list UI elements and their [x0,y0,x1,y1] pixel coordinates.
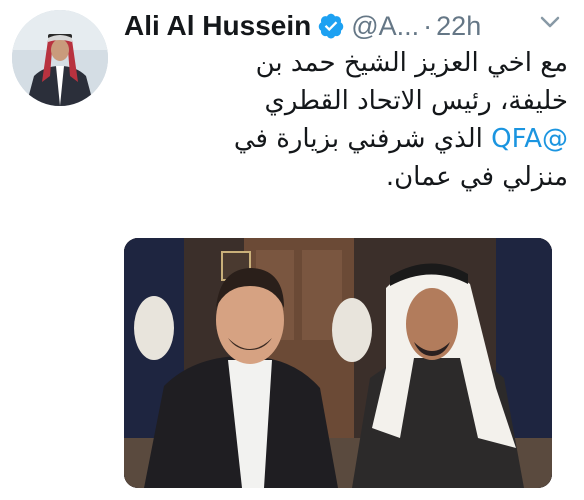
tweet-header: Ali Al Hussein @A... · 22h [124,6,481,46]
mention-link[interactable]: @QFA [491,124,568,154]
photo-image [124,238,552,488]
verified-badge-icon [317,12,345,40]
tweet-text-line: @QFA الذي شرفني بزيارة في [128,120,568,158]
chevron-down-icon[interactable] [536,12,564,32]
avatar[interactable] [12,10,108,106]
tweet[interactable]: Ali Al Hussein @A... · 22h مع اخي العزيز… [0,0,584,500]
avatar-image [12,10,108,106]
timestamp[interactable]: 22h [436,11,481,42]
separator-dot: · [423,10,433,41]
tweet-text: مع اخي العزيز الشيخ حمد بن خليفة، رئيس ا… [128,44,568,196]
author-handle[interactable]: @A... [351,11,419,42]
tweet-photo[interactable] [124,238,552,488]
text-segment: منزلي في عمان. [385,162,568,192]
tweet-text-line: مع اخي العزيز الشيخ حمد بن [128,44,568,82]
text-segment: مع اخي العزيز الشيخ حمد بن [255,48,568,78]
author-name[interactable]: Ali Al Hussein [124,10,311,42]
text-segment: خليفة، رئيس الاتحاد القطري [264,86,568,116]
tweet-text-line: خليفة، رئيس الاتحاد القطري [128,82,568,120]
text-segment: الذي شرفني بزيارة في [233,124,492,154]
tweet-text-line: منزلي في عمان. [128,158,568,196]
